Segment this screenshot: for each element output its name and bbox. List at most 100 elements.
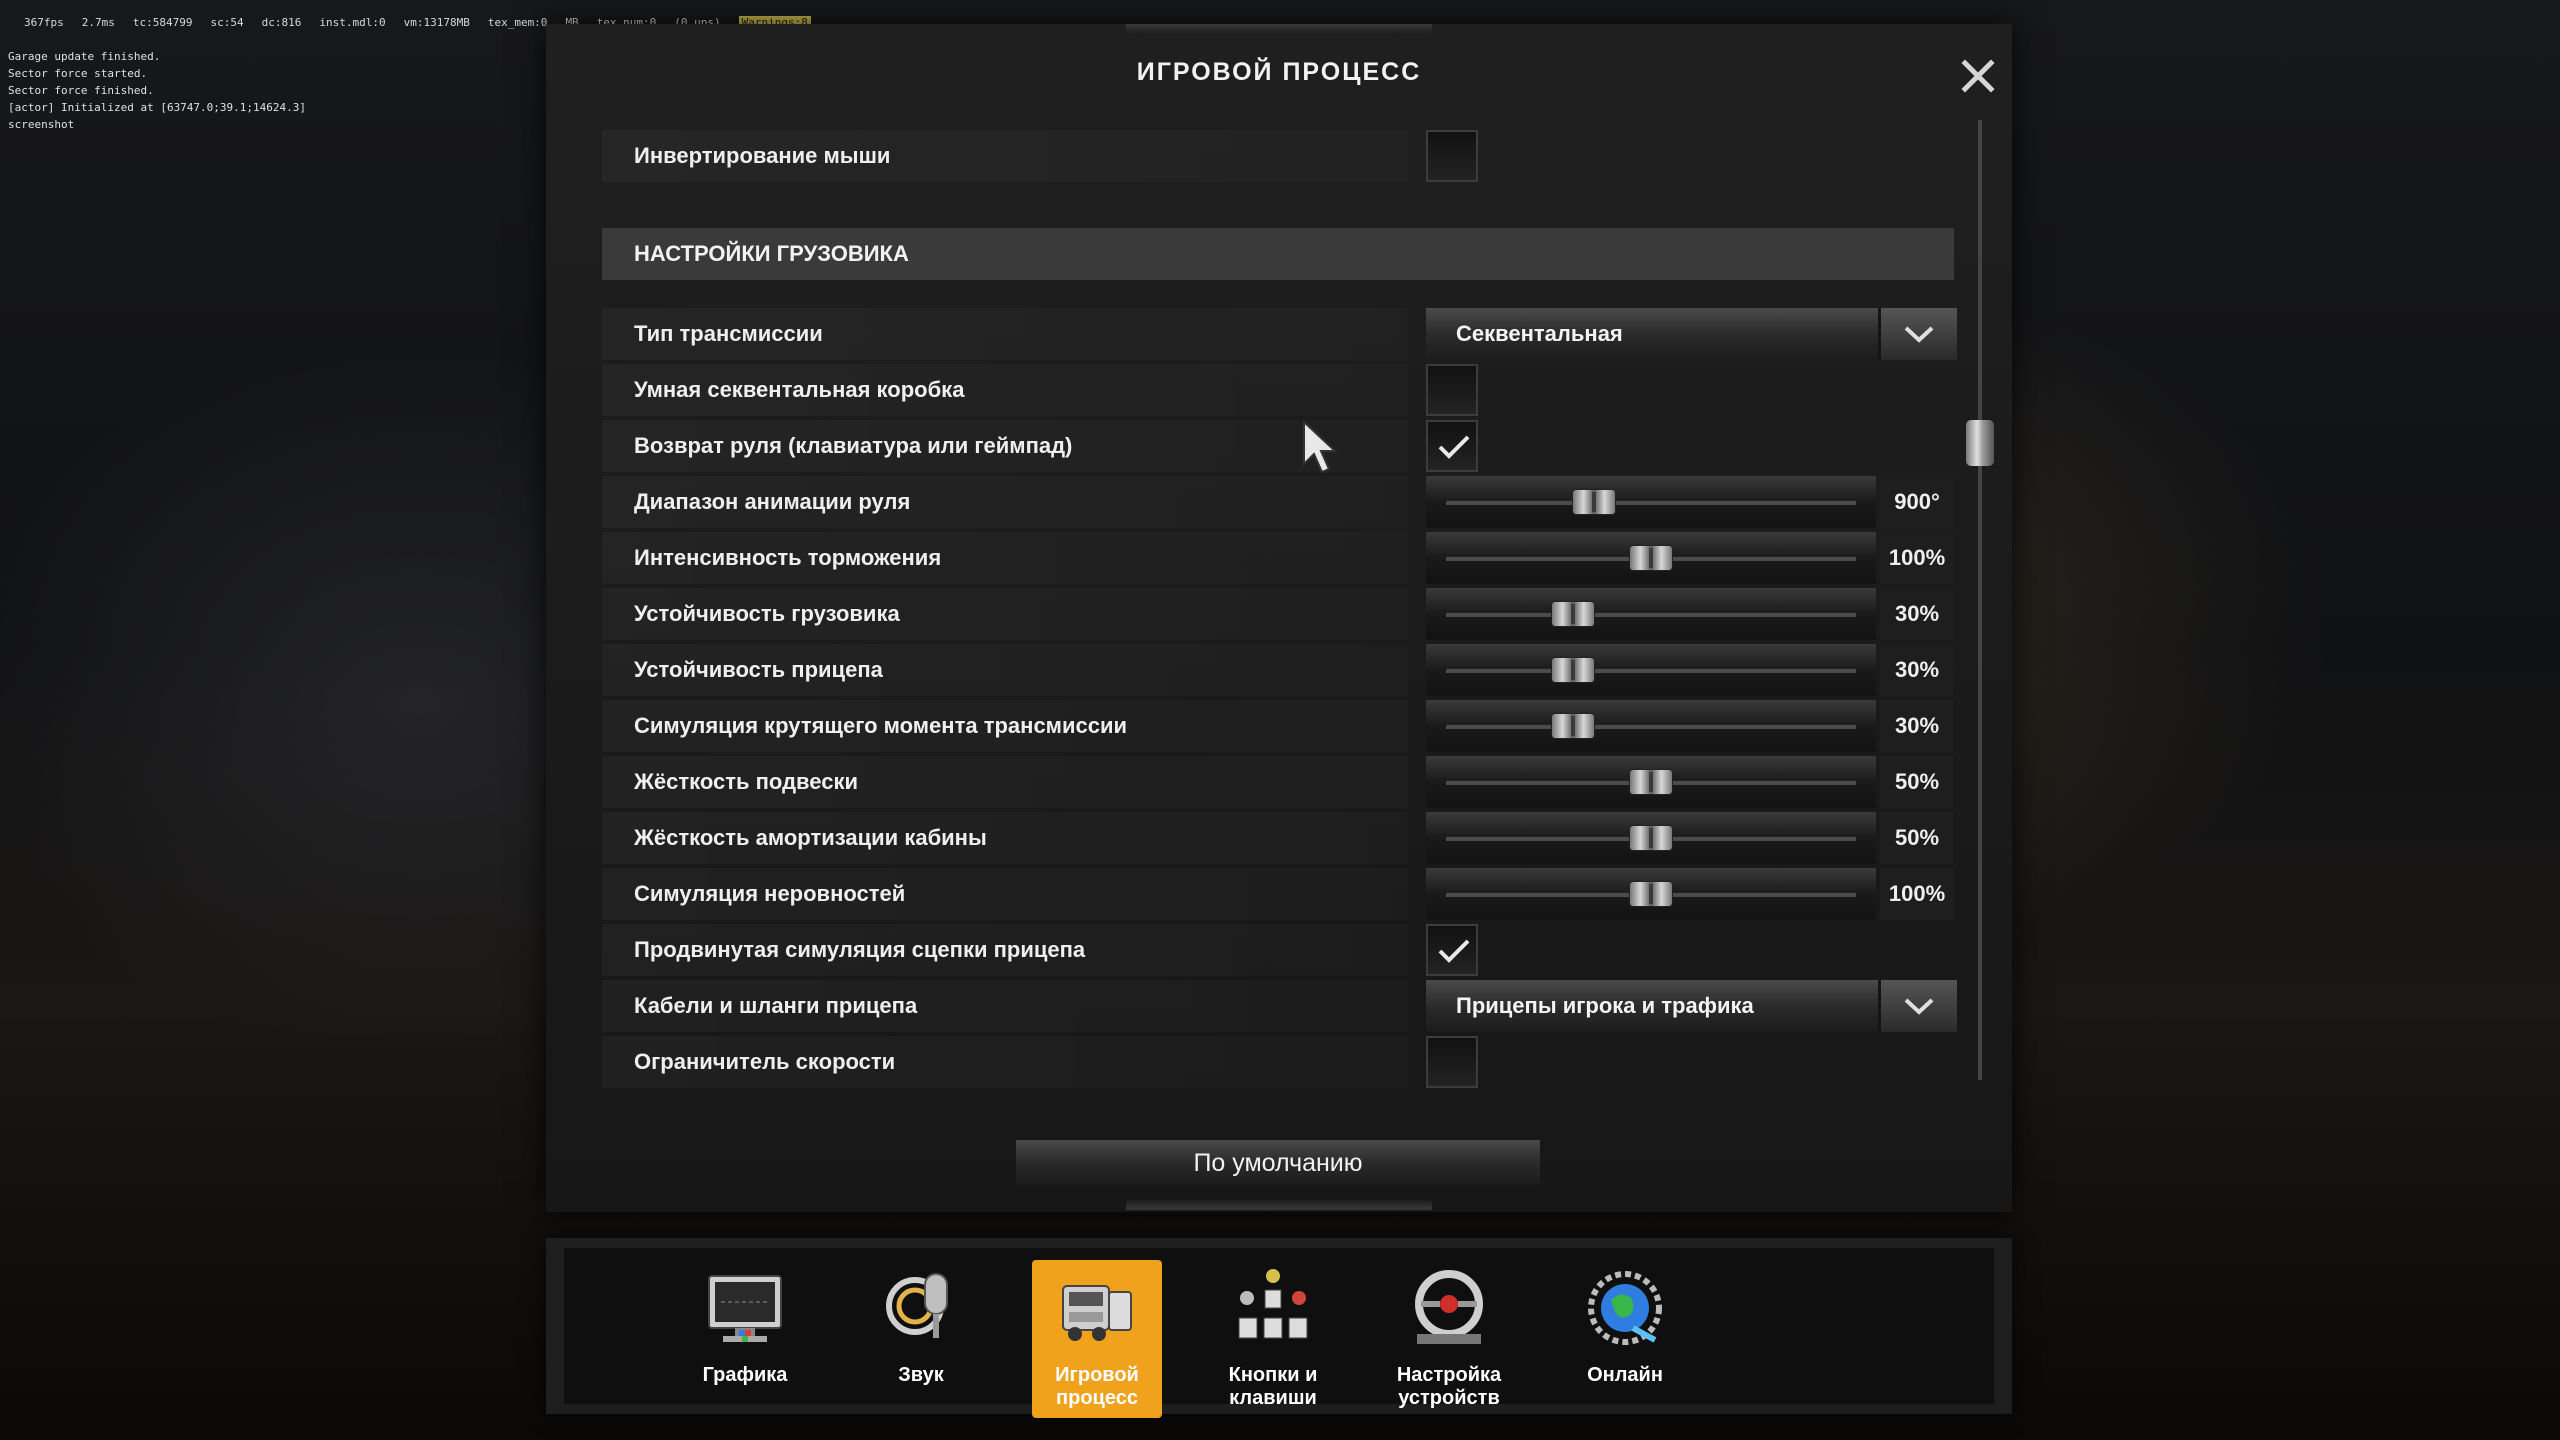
- slider-thumb[interactable]: [1629, 881, 1673, 907]
- tab-label: Кнопки и клавиши: [1228, 1364, 1318, 1409]
- dialog-bottom-ornament: [1126, 1200, 1432, 1210]
- trailer-cables-dropdown[interactable]: Прицепы игрока и трафика: [1426, 980, 1957, 1032]
- dropdown-value: Секвентальная: [1456, 321, 1623, 346]
- slider-thumb[interactable]: [1551, 713, 1596, 739]
- slider-value: 900°: [1880, 476, 1954, 528]
- console-log: Garage update finished. Sector force sta…: [8, 48, 428, 133]
- braking-intensity-slider[interactable]: [1426, 532, 1876, 584]
- slider-value: 30%: [1880, 588, 1954, 640]
- setting-row-speed-limiter: Ограничитель скорости: [602, 1036, 1898, 1088]
- suspension-stiffness-slider[interactable]: [1426, 756, 1876, 808]
- setting-label: Инвертирование мыши: [602, 130, 1408, 182]
- setting-label: Симуляция неровностей: [602, 868, 1408, 920]
- smart-gearbox-checkbox[interactable]: [1426, 364, 1478, 416]
- setting-label: Продвинутая симуляция сцепки прицепа: [602, 924, 1408, 976]
- settings-dialog: ИГРОВОЙ ПРОЦЕСС Инвертирование мыши НАСТ…: [546, 24, 2012, 1212]
- tab-label: Игровой процесс: [1055, 1364, 1139, 1409]
- debug-stat: sc:54: [210, 16, 244, 29]
- tab-gameplay[interactable]: Игровой процесс: [1032, 1260, 1162, 1418]
- tab-online[interactable]: Онлайн: [1560, 1260, 1690, 1418]
- wheel-return-checkbox[interactable]: [1426, 420, 1478, 472]
- setting-label: Ограничитель скорости: [602, 1036, 1408, 1088]
- slider-value: 100%: [1880, 532, 1954, 584]
- setting-row-trailer-cables: Кабели и шланги прицепа Прицепы игрока и…: [602, 980, 1957, 1032]
- setting-row-slider: Жёсткость подвески 50%: [602, 756, 1954, 808]
- invert-mouse-checkbox[interactable]: [1426, 130, 1478, 182]
- debug-stat: 367fps: [24, 16, 64, 29]
- dialog-title: ИГРОВОЙ ПРОЦЕСС: [1136, 58, 1422, 86]
- setting-label: Жёсткость подвески: [602, 756, 1408, 808]
- setting-label: Симуляция крутящего момента трансмиссии: [602, 700, 1408, 752]
- restore-defaults-button[interactable]: По умолчанию: [1016, 1140, 1540, 1186]
- tab-label: Настройка устройств: [1396, 1364, 1502, 1409]
- scrollbar-thumb[interactable]: [1966, 420, 1994, 466]
- setting-row-slider: Диапазон анимации руля 900°: [602, 476, 1954, 528]
- transmission-dropdown[interactable]: Секвентальная: [1426, 308, 1957, 360]
- chevron-down-icon: [1904, 326, 1934, 343]
- setting-label: Возврат руля (клавиатура или геймпад): [602, 420, 1408, 472]
- trailer-stability-slider[interactable]: [1426, 644, 1876, 696]
- slider-value: 100%: [1880, 868, 1954, 920]
- setting-row-slider: Симуляция неровностей 100%: [602, 868, 1954, 920]
- setting-label: Устойчивость грузовика: [602, 588, 1408, 640]
- dropdown-value: Прицепы игрока и трафика: [1456, 993, 1754, 1018]
- slider-thumb[interactable]: [1551, 601, 1596, 627]
- setting-label: Интенсивность торможения: [602, 532, 1408, 584]
- setting-label: Жёсткость амортизации кабины: [602, 812, 1408, 864]
- slider-thumb[interactable]: [1629, 545, 1673, 571]
- cabin-suspension-slider[interactable]: [1426, 812, 1876, 864]
- setting-row-slider: Устойчивость прицепа 30%: [602, 644, 1954, 696]
- tab-graphics[interactable]: Графика: [680, 1260, 810, 1418]
- tab-devices[interactable]: Настройка устройств: [1384, 1260, 1514, 1418]
- speed-limiter-checkbox[interactable]: [1426, 1036, 1478, 1088]
- setting-row-slider: Жёсткость амортизации кабины 50%: [602, 812, 1954, 864]
- slider-value: 30%: [1880, 700, 1954, 752]
- checkmark-icon: [1438, 435, 1470, 459]
- setting-row-invert-mouse: Инвертирование мыши: [602, 130, 1898, 182]
- torque-simulation-slider[interactable]: [1426, 700, 1876, 752]
- setting-label: Кабели и шланги прицепа: [602, 980, 1408, 1032]
- slider-thumb[interactable]: [1629, 825, 1673, 851]
- debug-stat: vm:13178MB: [403, 16, 470, 29]
- wheel-range-slider[interactable]: [1426, 476, 1876, 528]
- setting-row-smart-gearbox: Умная секвентальная коробка: [602, 364, 1898, 416]
- tab-sound[interactable]: Звук: [856, 1260, 986, 1418]
- steering-wheel-icon: [1415, 1270, 1483, 1344]
- setting-label: Диапазон анимации руля: [602, 476, 1408, 528]
- slider-value: 30%: [1880, 644, 1954, 696]
- dropdown-toggle[interactable]: [1878, 980, 1957, 1032]
- setting-label: Умная секвентальная коробка: [602, 364, 1408, 416]
- slider-track: [1446, 668, 1856, 673]
- mouse-cursor-icon: [1303, 420, 1338, 474]
- slider-thumb[interactable]: [1571, 489, 1616, 515]
- dialog-top-ornament: [1126, 24, 1432, 34]
- microphone-icon: [886, 1273, 948, 1338]
- close-icon: [1961, 59, 1995, 93]
- log-line: [actor] Initialized at [63747.0;39.1;146…: [8, 101, 307, 114]
- settings-tab-bar: Графика Звук Игровой процесс Кнопки и кл…: [546, 1238, 2012, 1418]
- road-bumps-slider[interactable]: [1426, 868, 1876, 920]
- tab-bar-inner: Графика Звук Игровой процесс Кнопки и кл…: [564, 1248, 1994, 1418]
- slider-value: 50%: [1880, 756, 1954, 808]
- setting-row-transmission: Тип трансмиссии Секвентальная: [602, 308, 1957, 360]
- slider-track: [1446, 724, 1856, 729]
- log-line: Sector force finished.: [8, 84, 154, 97]
- dropdown-toggle[interactable]: [1878, 308, 1957, 360]
- setting-row-slider: Интенсивность торможения 100%: [602, 532, 1954, 584]
- setting-row-wheel-return: Возврат руля (клавиатура или геймпад): [602, 420, 1898, 472]
- tab-controls[interactable]: Кнопки и клавиши: [1208, 1260, 1338, 1418]
- log-line: Sector force started.: [8, 67, 148, 80]
- globe-icon: [1588, 1271, 1662, 1345]
- setting-label: Тип трансмиссии: [602, 308, 1408, 360]
- advanced-coupling-checkbox[interactable]: [1426, 924, 1478, 976]
- setting-row-advanced-coupling: Продвинутая симуляция сцепки прицепа: [602, 924, 1898, 976]
- slider-thumb[interactable]: [1551, 657, 1596, 683]
- scrollbar-track[interactable]: [1978, 120, 1982, 1080]
- slider-track: [1446, 500, 1856, 505]
- close-button[interactable]: [1958, 56, 1998, 96]
- truck-stability-slider[interactable]: [1426, 588, 1876, 640]
- slider-thumb[interactable]: [1629, 769, 1673, 795]
- setting-row-slider: Устойчивость грузовика 30%: [602, 588, 1954, 640]
- log-line: screenshot: [8, 118, 75, 131]
- debug-stat: inst.mdl:0: [319, 16, 386, 29]
